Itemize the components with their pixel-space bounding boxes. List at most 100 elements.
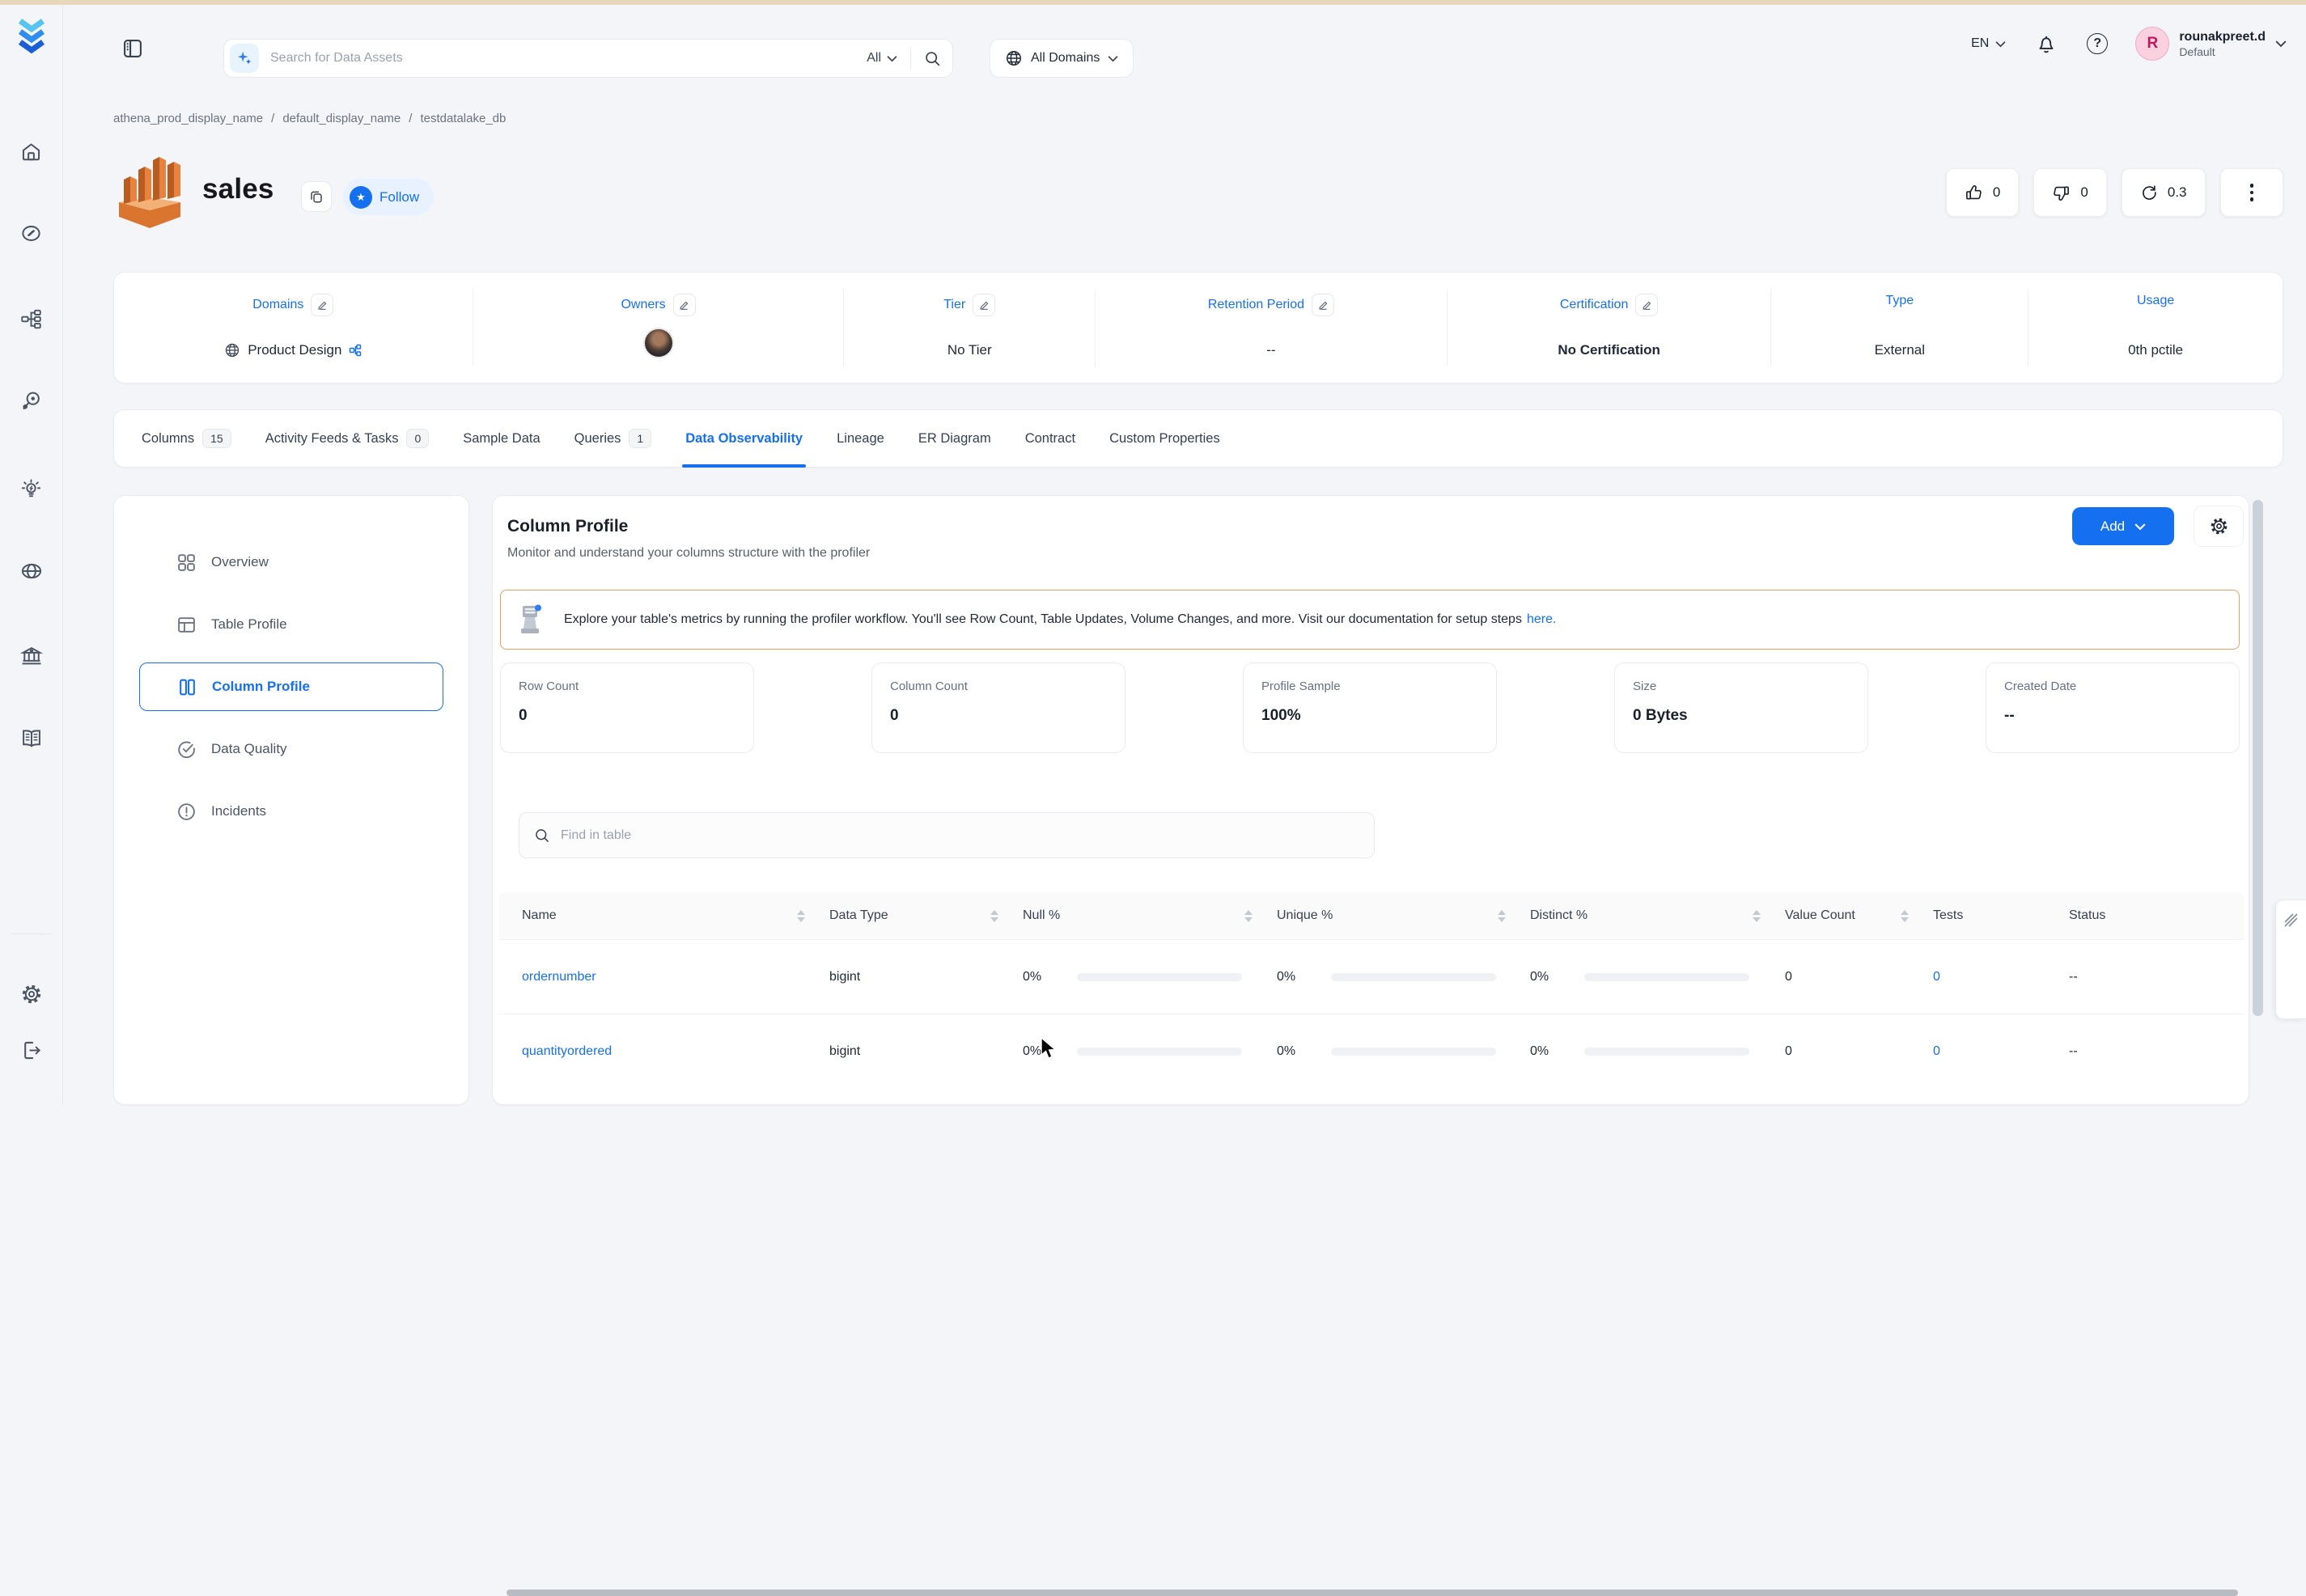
profiler-nav-data-quality[interactable]: Data Quality [139,725,443,773]
stat-size: Size 0 Bytes [1614,663,1868,753]
sort-icon[interactable] [1901,909,1909,922]
right-panel-handle[interactable] [2275,900,2306,1019]
tests-link[interactable]: 0 [1933,970,2069,984]
edit-certification-icon[interactable] [1635,294,1659,316]
tab-queries[interactable]: Queries 1 [574,409,652,468]
profiler-info-banner: Explore your table's metrics by running … [500,590,2240,650]
stat-value: -- [2004,707,2015,724]
tab-activity-feeds[interactable]: Activity Feeds & Tasks 0 [265,409,430,468]
sort-icon[interactable] [1498,909,1506,922]
breadcrumb-service[interactable]: athena_prod_display_name [113,112,263,125]
edit-domains-icon[interactable] [311,294,334,316]
breadcrumb-schema[interactable]: testdatalake_db [420,112,506,125]
all-domains-dropdown[interactable]: All Domains [990,39,1134,78]
metadata-owners: Owners [473,289,845,366]
upvote-count: 0 [1992,184,2001,200]
user-menu[interactable]: R rounakpreet.d Default [2135,27,2287,61]
tier-label: Tier [943,298,966,311]
logout-icon[interactable] [19,1038,44,1062]
tab-sample-data[interactable]: Sample Data [463,409,540,468]
entity-tabs: Columns 15 Activity Feeds & Tasks 0 Samp… [113,409,2283,468]
language-dropdown[interactable]: EN [1971,36,2006,51]
certification-label: Certification [1559,298,1629,311]
tab-data-observability[interactable]: Data Observability [682,409,806,468]
profiler-nav-incidents[interactable]: Incidents [139,787,443,836]
thumbs-down-icon [2054,185,2070,201]
profiler-nav-table-profile[interactable]: Table Profile [139,600,443,649]
tab-count-badge: 0 [406,429,430,448]
horizontal-scrollbar[interactable] [507,1590,2238,1596]
profiler-settings-button[interactable] [2194,506,2244,547]
tests-link[interactable]: 0 [1933,1044,2069,1059]
sort-icon[interactable] [990,909,998,922]
sort-icon[interactable] [797,909,805,922]
profiler-nav-overview[interactable]: Overview [139,538,443,586]
ai-sparkle-icon[interactable] [230,44,259,73]
profiler-sidebar: Overview Table Profile Column Profile Da… [113,495,469,1105]
vertical-scrollbar[interactable] [2253,500,2263,1016]
tab-contract[interactable]: Contract [1025,409,1075,468]
domains-icon[interactable] [19,559,44,583]
edit-retention-icon[interactable] [1312,294,1335,316]
app-sidebar-rail [0,5,63,1105]
topbar: All All Domains EN ? R rounakpreet.d Def… [63,5,2306,83]
table-row: ordernumber bigint 0% 0% 0% 0 0 -- [499,939,2244,1014]
follow-button[interactable]: ★ Follow [343,179,434,215]
explore-icon[interactable] [19,221,44,245]
chevron-down-icon [2275,40,2287,48]
search-divider [910,48,911,69]
tab-columns[interactable]: Columns 15 [142,409,231,468]
sort-icon[interactable] [1244,909,1253,922]
help-icon[interactable]: ? [2087,33,2109,54]
nav-item-label: Incidents [211,803,267,819]
version-history-button[interactable]: 0.3 [2121,168,2206,217]
documentation-link[interactable]: here. [1527,612,1556,626]
search-icon[interactable] [924,50,941,67]
stat-value: 100% [1261,707,1301,724]
notifications-bell-icon[interactable] [2033,31,2059,57]
metadata-tier: Tier No Tier [844,289,1096,366]
search-scope-dropdown[interactable]: All [867,51,897,66]
tab-label: Queries [574,430,621,446]
column-name-link[interactable]: quantityordered [499,1044,829,1059]
glossary-icon[interactable] [19,726,44,751]
home-icon[interactable] [19,139,44,163]
retention-label: Retention Period [1207,298,1305,311]
observability-icon[interactable] [19,388,44,413]
overview-icon [178,553,195,571]
app-logo[interactable] [14,16,49,53]
tab-count-badge: 15 [202,429,231,448]
add-button[interactable]: Add [2072,507,2174,545]
tab-lineage[interactable]: Lineage [837,409,884,468]
lineage-icon[interactable] [19,307,44,331]
upvote-button[interactable]: 0 [1945,168,2020,217]
sort-icon[interactable] [1753,909,1761,922]
column-header: Status [2069,908,2106,922]
downvote-button[interactable]: 0 [2033,168,2107,217]
edit-tier-icon[interactable] [973,294,996,316]
sidebar-toggle-icon[interactable] [121,37,146,61]
tab-label: Columns [142,430,195,446]
find-in-table-input[interactable] [561,828,1359,843]
certification-value: No Certification [1558,342,1660,358]
profiler-nav-column-profile[interactable]: Column Profile [139,663,443,711]
follow-label: Follow [379,188,420,205]
search-input[interactable] [270,51,867,66]
insights-icon[interactable] [19,476,44,501]
breadcrumb-database[interactable]: default_display_name [282,112,401,125]
copy-icon[interactable] [301,181,332,212]
govern-icon[interactable] [19,644,44,668]
column-name-link[interactable]: ordernumber [499,970,829,984]
tab-custom-properties[interactable]: Custom Properties [1109,409,1220,468]
tab-er-diagram[interactable]: ER Diagram [918,409,991,468]
chevron-down-icon [1108,55,1118,61]
more-options-icon[interactable] [2219,168,2283,217]
stat-value: 0 [890,707,899,724]
usage-value: 0th pctile [2128,342,2184,358]
domain-value[interactable]: Product Design [248,342,341,358]
distinct-pct: 0% [1530,1044,1549,1058]
owner-avatar[interactable] [642,328,674,358]
settings-icon[interactable] [19,982,44,1006]
distinct-pct-bar [1584,972,1750,981]
edit-owners-icon[interactable] [672,294,696,316]
